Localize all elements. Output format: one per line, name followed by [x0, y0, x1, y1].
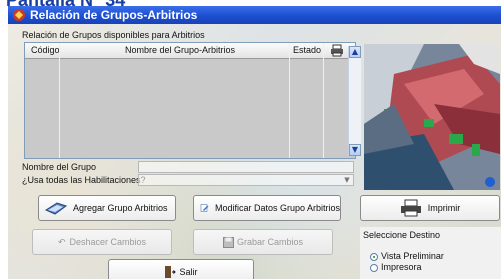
exit-button[interactable]: Salir [108, 259, 254, 279]
radio-impresora[interactable] [370, 264, 378, 272]
add-document-icon [45, 202, 67, 215]
table-vertical-scrollbar[interactable]: ▲ ▼ [348, 46, 361, 156]
use-all-habilitaciones-label: ¿Usa todas las Habilitaciones? [22, 175, 146, 185]
add-group-button[interactable]: Agregar Grupo Arbitrios [38, 195, 176, 221]
exit-door-icon [165, 266, 177, 278]
edit-document-icon [200, 204, 209, 212]
undo-icon: ↶ [57, 236, 66, 247]
undo-changes-button[interactable]: ↶ Deshacer Cambios [32, 229, 172, 255]
printer-icon [331, 44, 343, 57]
radio-label-impresora: Impresora [381, 262, 422, 272]
groups-list-label: Relación de Grupos disponibles para Arbi… [22, 30, 205, 40]
title-bar: Relación de Grupos-Arbitrios [8, 6, 501, 24]
column-divider [59, 43, 60, 158]
group-name-field[interactable] [138, 161, 354, 173]
table-header: Código Nombre del Grupo-Arbitrios Estado [25, 43, 355, 59]
scroll-down-icon[interactable]: ▼ [349, 144, 361, 156]
save-changes-button[interactable]: Grabar Cambios [193, 229, 333, 255]
column-header-codigo[interactable]: Código [31, 45, 60, 55]
modify-group-button[interactable]: Modificar Datos Grupo Arbitrios [193, 195, 341, 221]
groups-table[interactable]: Código Nombre del Grupo-Arbitrios Estado [24, 42, 356, 159]
radio-vista-preliminar[interactable] [370, 253, 378, 261]
window-title: Relación de Grupos-Arbitrios [30, 8, 198, 22]
app-icon [13, 9, 25, 21]
destination-title: Seleccione Destino [363, 230, 441, 240]
save-icon [222, 236, 234, 248]
print-button[interactable]: Imprimir [360, 195, 500, 221]
chevron-down-icon[interactable]: ▼ [341, 175, 353, 185]
scroll-up-icon[interactable]: ▲ [349, 46, 361, 58]
destination-groupbox: Seleccione Destino Vista Preliminar Impr… [360, 227, 501, 279]
group-name-label: Nombre del Grupo [22, 162, 97, 172]
column-divider [323, 43, 324, 158]
column-header-nombre[interactable]: Nombre del Grupo-Arbitrios [125, 45, 235, 55]
city-map-image [364, 44, 500, 190]
radio-label-vista-preliminar: Vista Preliminar [381, 251, 444, 261]
use-all-habilitaciones-combo[interactable]: ▼ [138, 174, 354, 186]
column-divider [289, 43, 290, 158]
column-header-estado[interactable]: Estado [293, 45, 321, 55]
printer-icon [400, 199, 421, 217]
main-window: Relación de Grupos-Arbitrios Relación de… [8, 6, 501, 279]
